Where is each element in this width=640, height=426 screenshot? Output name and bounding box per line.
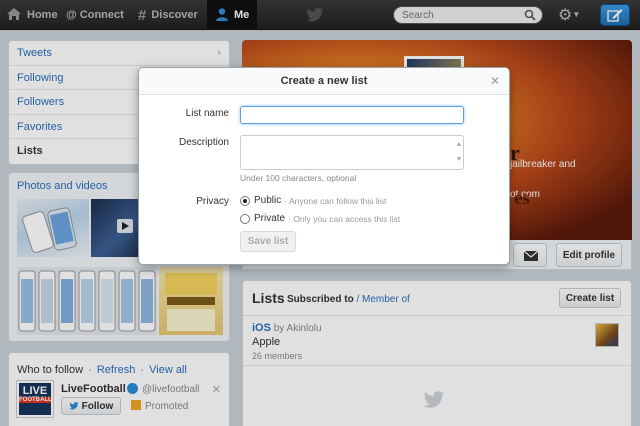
description-hint: Under 100 characters, optional bbox=[240, 173, 357, 183]
private-hint: · Only you can access this list bbox=[288, 213, 401, 224]
private-label: Private bbox=[254, 213, 286, 224]
chevron-down-icon[interactable]: ▼ bbox=[455, 152, 463, 167]
create-list-dialog: Create a new list ✕ List name Descriptio… bbox=[138, 67, 510, 265]
description-label: Description bbox=[178, 137, 229, 148]
privacy-label: Privacy bbox=[196, 196, 229, 207]
textarea-scroll-arrows[interactable]: ▲ ▼ bbox=[455, 137, 463, 168]
dialog-title: Create a new list bbox=[139, 68, 509, 95]
description-textarea[interactable] bbox=[240, 135, 464, 170]
public-label: Public bbox=[254, 195, 282, 206]
public-hint: · Anyone can follow this list bbox=[284, 195, 387, 206]
privacy-private-option[interactable]: Private · Only you can access this list bbox=[240, 213, 400, 224]
chevron-up-icon[interactable]: ▲ bbox=[455, 137, 463, 152]
list-name-label: List name bbox=[185, 108, 229, 119]
public-radio[interactable] bbox=[240, 195, 250, 206]
private-radio[interactable] bbox=[240, 213, 250, 224]
save-list-button[interactable]: Save list bbox=[240, 231, 296, 252]
list-name-input[interactable] bbox=[240, 106, 464, 124]
privacy-public-option[interactable]: Public · Anyone can follow this list bbox=[240, 195, 386, 206]
close-icon[interactable]: ✕ bbox=[490, 74, 500, 88]
